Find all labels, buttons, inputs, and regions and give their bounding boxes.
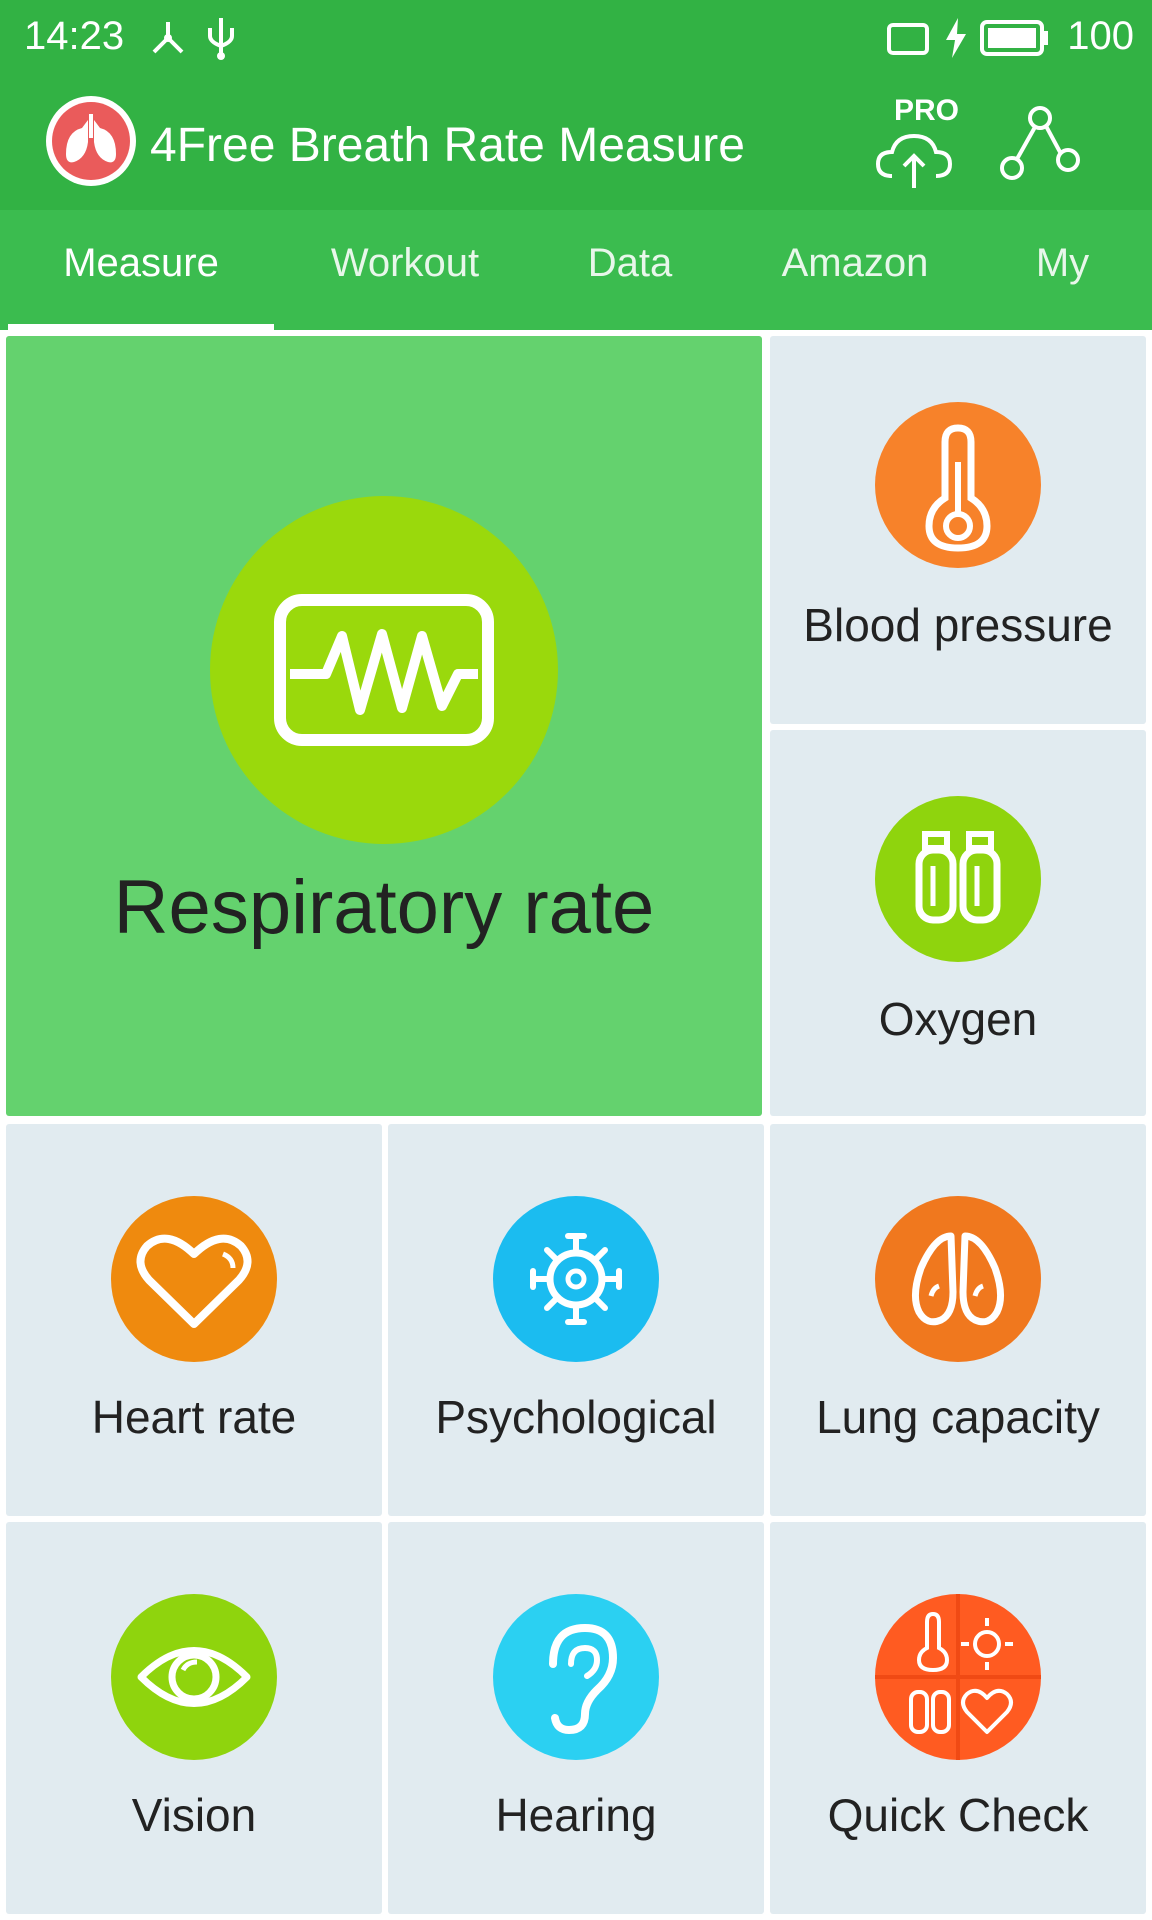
tile-blood-pressure[interactable]: Blood pressure	[770, 336, 1146, 724]
psychological-circle	[493, 1196, 659, 1362]
tab-my[interactable]: My	[990, 210, 1135, 330]
tile-respiratory-rate[interactable]: Respiratory rate	[6, 336, 762, 1116]
vision-circle	[111, 1594, 277, 1760]
vision-label: Vision	[131, 1789, 257, 1841]
app-logo	[46, 96, 136, 186]
app-bar: 4Free Breath Rate Measure PRO	[0, 76, 1152, 210]
tab-bar: Measure Workout Data Amazon My	[0, 210, 1152, 330]
quick-check-icon	[875, 1594, 1041, 1760]
status-bar: 14:23 100	[0, 0, 1152, 76]
ecg-monitor-icon	[274, 594, 494, 746]
respiratory-circle	[210, 496, 558, 844]
hearing-label: Hearing	[495, 1789, 657, 1841]
battery-level: 100	[1067, 14, 1134, 58]
oxygen-label: Oxygen	[878, 993, 1038, 1045]
respiratory-label: Respiratory rate	[113, 865, 655, 950]
ear-icon	[549, 1623, 618, 1735]
status-time: 14:23	[24, 14, 125, 58]
virus-icon	[530, 1233, 622, 1325]
tab-measure-label: Measure	[63, 241, 219, 285]
charging-icon	[946, 18, 966, 58]
cloud-upload-icon	[875, 133, 953, 188]
tile-vision[interactable]: Vision	[6, 1522, 382, 1914]
tab-workout-label: Workout	[330, 241, 480, 285]
eye-icon	[137, 1647, 251, 1707]
share-icon[interactable]	[996, 102, 1084, 186]
tile-psychological[interactable]: Psychological	[388, 1124, 764, 1516]
thermometer-icon	[925, 424, 991, 552]
tab-workout[interactable]: Workout	[290, 210, 520, 330]
usb-debug-icon	[152, 22, 184, 54]
tab-amazon-label: Amazon	[781, 241, 929, 285]
blood-pressure-label: Blood pressure	[803, 599, 1113, 651]
battery-icon	[980, 20, 1048, 56]
tile-lung-capacity[interactable]: Lung capacity	[770, 1124, 1146, 1516]
quick-check-label: Quick Check	[827, 1789, 1089, 1841]
hearing-circle	[493, 1594, 659, 1760]
tab-data-label: Data	[587, 241, 673, 285]
lungs-logo-icon	[66, 114, 116, 163]
tile-heart-rate[interactable]: Heart rate	[6, 1124, 382, 1516]
tab-my-label: My	[1035, 241, 1090, 285]
psychological-label: Psychological	[435, 1391, 717, 1443]
tile-hearing[interactable]: Hearing	[388, 1522, 764, 1914]
tab-data[interactable]: Data	[540, 210, 720, 330]
usb-icon	[208, 18, 234, 60]
tile-oxygen[interactable]: Oxygen	[770, 730, 1146, 1116]
heart-rate-label: Heart rate	[91, 1391, 297, 1443]
tab-measure[interactable]: Measure	[8, 210, 274, 330]
measure-grid: Respiratory rate Blood pressure Oxygen H…	[0, 330, 1152, 1920]
oxygen-tanks-icon	[915, 831, 1001, 924]
blood-pressure-circle	[875, 402, 1041, 568]
quick-check-circle	[875, 1594, 1041, 1760]
oxygen-circle	[875, 796, 1041, 962]
heart-rate-circle	[111, 1196, 277, 1362]
app-title: 4Free Breath Rate Measure	[150, 119, 745, 172]
pro-upload-button[interactable]: PRO	[868, 88, 964, 198]
lung-capacity-circle	[875, 1196, 1041, 1362]
heart-icon	[136, 1234, 252, 1328]
tile-quick-check[interactable]: Quick Check	[770, 1522, 1146, 1914]
lung-capacity-label: Lung capacity	[816, 1391, 1100, 1443]
tab-amazon[interactable]: Amazon	[740, 210, 970, 330]
screen-rotate-icon	[887, 23, 929, 55]
lungs-icon	[912, 1232, 1004, 1326]
pro-label: PRO	[894, 94, 960, 127]
